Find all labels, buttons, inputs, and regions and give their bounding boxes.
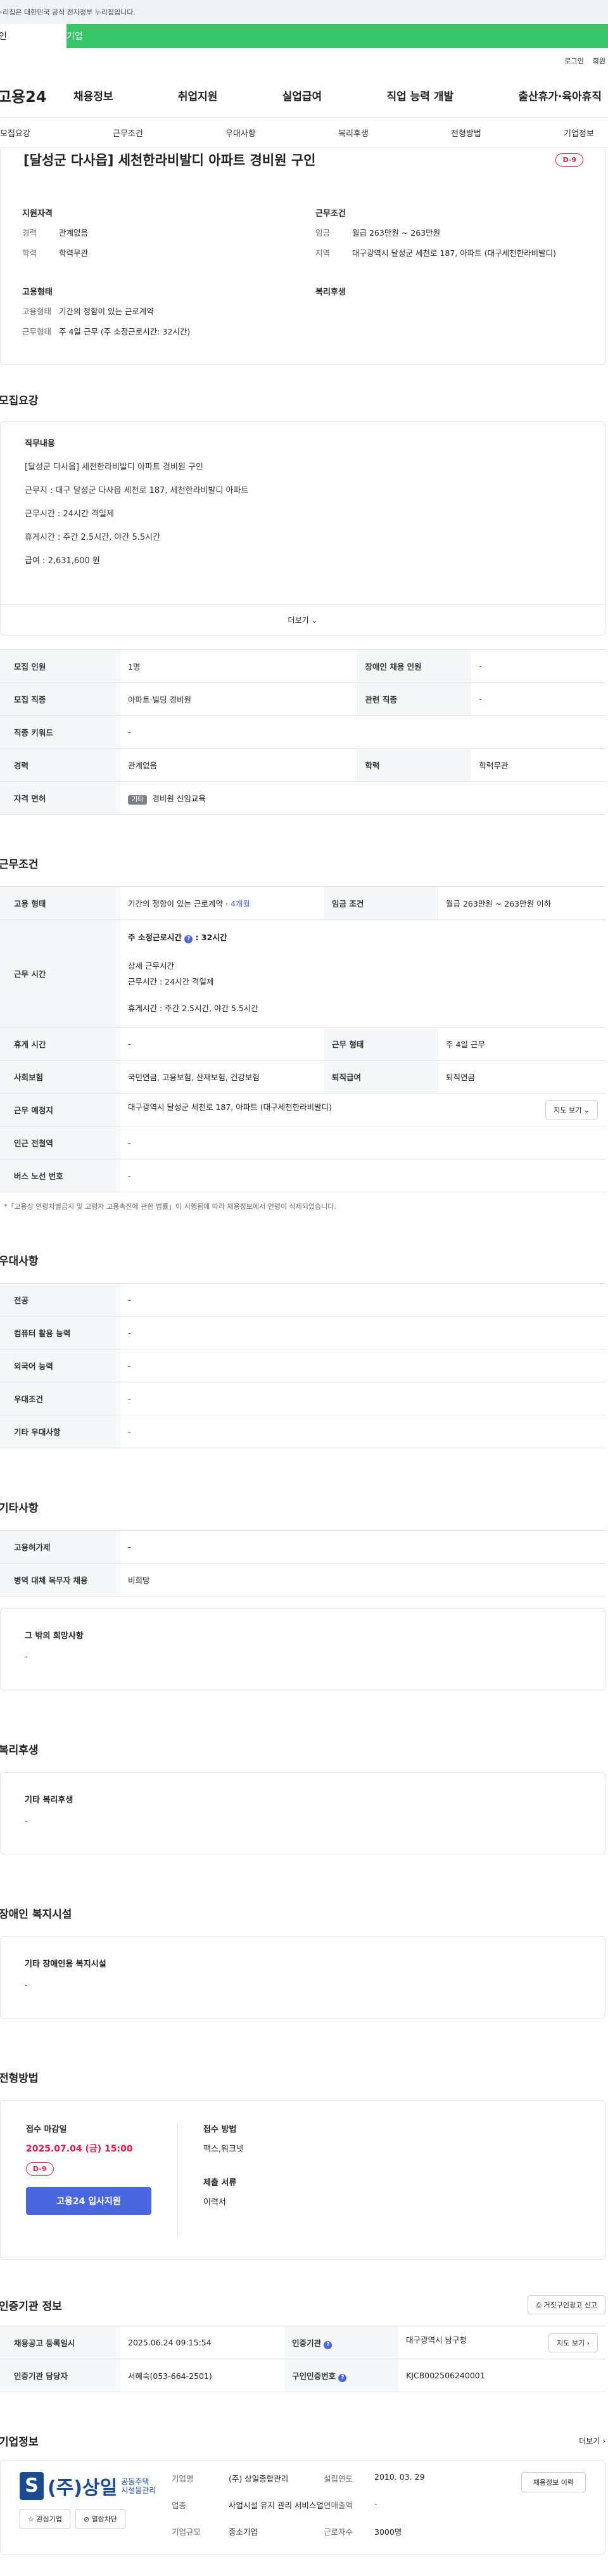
subnav-company[interactable]: 기업정보 bbox=[564, 127, 608, 139]
login-link[interactable]: 로그인 bbox=[564, 56, 583, 66]
tab-company[interactable]: 기업 bbox=[66, 24, 608, 48]
job-summary-card: [달성군 다사읍] 세천한라비발디 아파트 경비원 구인 D-9 지원자격 경력… bbox=[0, 148, 605, 365]
pref-table: 전공 - 컴퓨터 활용 능력 - 외국어 능력 - 우대조건 - 기타 우대사항 - bbox=[0, 1283, 605, 1448]
subnav-welfare[interactable]: 복리후생 bbox=[338, 127, 451, 139]
company-more-link[interactable]: 더보기 › bbox=[579, 2435, 605, 2446]
work-table: 고용 형태 기간의 정함이 있는 근로계약 · 4개월 임금 조건 월급 263만원 … bbox=[0, 886, 605, 1192]
gov-banner-text: 누리집은 대한민국 공식 전자정부 누리집입니다. bbox=[0, 8, 136, 16]
dday-badge: D-9 bbox=[555, 153, 583, 167]
info-icon[interactable]: ? bbox=[338, 2373, 347, 2382]
desc-line: 급여 : 2,631,600 원 bbox=[25, 556, 100, 566]
star-icon: ☆ bbox=[28, 2515, 37, 2523]
company-logo-icon: S bbox=[20, 2472, 44, 2500]
docs-value: 이력서 bbox=[203, 2198, 226, 2207]
recruit-table: 모집 인원 1명 장애인 채용 인원 - 모집 직종 아파트·빌딩 경비원 관련 직종 - … bbox=[0, 649, 605, 815]
report-icon: ⎙ bbox=[536, 2301, 544, 2309]
job-description-box: 직무내용 [달성군 다사읍] 세천한라비발디 아파트 경비원 구인 근무지 : … bbox=[0, 421, 605, 635]
desc-heading: 직무내용 bbox=[25, 439, 55, 449]
welfare-title: 복리후생 bbox=[0, 1744, 39, 1757]
desc-line: [달성군 다사읍] 세천한라비발디 아파트 경비원 구인 bbox=[25, 462, 203, 472]
util-links: 로그인 회원 bbox=[0, 48, 608, 73]
disability-box: 기타 장애인용 복지시설 - bbox=[0, 1936, 605, 2018]
cert-table: 채용공고 등록일시 2025.06.24 09:15:54 인증기관 ? 대구광역시 … bbox=[0, 2326, 605, 2392]
disability-title: 장애인 복지시설 bbox=[0, 1908, 72, 1921]
dday-badge: D-9 bbox=[26, 2162, 54, 2176]
conditions-heading: 근무조건 bbox=[315, 209, 346, 219]
more-button[interactable]: 더보기 ⌄ bbox=[1, 604, 605, 635]
area-value: 대구광역시 달성군 세천로 187, 아파트 (대구세천한라비발디) bbox=[352, 248, 556, 258]
recruit-title: 모집요강 bbox=[0, 395, 39, 407]
apply-button[interactable]: 고용24 입사지원 bbox=[26, 2187, 151, 2215]
gnb-item-training[interactable]: 직업 능력 개발 bbox=[386, 87, 453, 103]
gnb-item-jobs[interactable]: 채용정보 bbox=[73, 87, 113, 103]
section-nav: 모집요강 근무조건 우대사항 복리후생 전형방법 기업정보 bbox=[0, 118, 608, 148]
gnb-item-employment[interactable]: 취업지원 bbox=[178, 87, 218, 103]
work-title: 근무조건 bbox=[0, 858, 39, 871]
emp-type-heading: 고용형태 bbox=[22, 288, 53, 297]
top-tabs: 인 기업 bbox=[0, 24, 608, 48]
company-logo: S (주)상일 공동주택 시설물관리 bbox=[20, 2472, 172, 2500]
qualification-heading: 지원자격 bbox=[22, 209, 53, 219]
pref-title: 우대사항 bbox=[0, 1255, 39, 1268]
etc-table: 고용허가제 - 병역 대체 복무자 채용 비희망 bbox=[0, 1530, 605, 1597]
info-icon[interactable]: ? bbox=[184, 935, 193, 944]
job-type-value: 아파트·빌딩 경비원 bbox=[120, 682, 358, 716]
join-link[interactable]: 회원 bbox=[593, 56, 605, 66]
subnav-preference[interactable]: 우대사항 bbox=[225, 127, 338, 139]
desc-line: 근무지 : 대구 달성군 다사읍 세천로 187, 세천한라비발디 아파트 bbox=[25, 486, 249, 495]
cert-map-button[interactable]: 지도 보기 › bbox=[548, 2333, 598, 2352]
career-value: 관계없음 bbox=[59, 228, 89, 238]
site-logo[interactable]: 고용24 bbox=[0, 84, 73, 106]
subnav-recruit[interactable]: 모집요강 bbox=[0, 127, 113, 139]
gnb-item-leave[interactable]: 출산휴가·육아휴직 bbox=[518, 87, 602, 103]
gov-banner: 누리집은 대한민국 공식 전자정부 누리집입니다. bbox=[0, 0, 608, 24]
place-value: 대구광역시 달성군 세천로 187, 아파트 (대구세천한라비발디) bbox=[128, 1102, 332, 1112]
chevron-down-icon: ⌄ bbox=[311, 615, 318, 625]
job-title: [달성군 다사읍] 세천한라비발디 아파트 경비원 구인 bbox=[23, 153, 316, 168]
subnav-selection[interactable]: 전형방법 bbox=[451, 127, 564, 139]
etc-title: 기타사항 bbox=[0, 1502, 39, 1515]
desc-line: 휴게시간 : 주간 2.5시간, 야간 5.5시간 bbox=[25, 533, 161, 542]
favorite-button[interactable]: ☆ 관심기업 bbox=[20, 2509, 70, 2529]
age-note: *「고용상 연령차별금지 및 고령자 고용촉진에 관한 법률」이 시행됨에 따라… bbox=[4, 1202, 336, 1211]
gnb-item-unemployment[interactable]: 실업급여 bbox=[282, 87, 322, 103]
method-value: 팩스,워크넷 bbox=[203, 2145, 244, 2154]
welfare-box: 기타 복리후생 - bbox=[0, 1772, 605, 1854]
company-box: S (주)상일 공동주택 시설물관리 ☆ 관심기업 ⊘ 열람차단 기업명 (주) 상… bbox=[0, 2460, 605, 2555]
main-nav: 고용24 채용정보 취업지원 실업급여 직업 능력 개발 출산휴가·육아휴직 bbox=[0, 73, 608, 118]
block-icon: ⊘ bbox=[83, 2515, 92, 2523]
map-button[interactable]: 지도 보기 ⌄ bbox=[545, 1100, 598, 1119]
deadline-value: 2025.07.04 (금) 15:00 bbox=[26, 2144, 133, 2154]
block-button[interactable]: ⊘ 열람차단 bbox=[75, 2509, 126, 2529]
emp-type-value: 기간의 정함이 있는 근로계약 bbox=[59, 307, 154, 316]
tab-personal[interactable]: 인 bbox=[0, 24, 66, 48]
job-history-button[interactable]: 채용정보 이력 bbox=[521, 2472, 586, 2492]
edu-value: 학력무관 bbox=[59, 248, 89, 258]
company-name: (주) 상일종합관리 bbox=[229, 2474, 289, 2484]
selection-box: 접수 마감일 2025.07.04 (금) 15:00 D-9 고용24 입사지… bbox=[0, 2100, 605, 2260]
etc-box: 그 밖의 희망사항 - bbox=[0, 1608, 605, 1690]
selection-title: 전형방법 bbox=[0, 2072, 39, 2085]
wage-value: 월급 263만원 ~ 263만원 bbox=[352, 228, 441, 238]
report-button[interactable]: ⎙ 거짓구인광고 신고 bbox=[528, 2295, 605, 2314]
subnav-conditions[interactable]: 근무조건 bbox=[113, 127, 225, 139]
license-value: 경비원 신임교육 bbox=[152, 794, 206, 803]
count-value: 1명 bbox=[120, 649, 358, 683]
work-form-value: 주 4일 근무 (주 소정근로시간: 32시간) bbox=[59, 326, 191, 336]
desc-line: 근무시간 : 24시간 격일제 bbox=[25, 509, 114, 519]
welfare-heading: 복리후생 bbox=[315, 288, 346, 297]
info-icon[interactable]: ? bbox=[324, 2340, 332, 2349]
license-tag: 기타 bbox=[128, 795, 148, 805]
company-title: 기업정보 bbox=[0, 2436, 39, 2449]
cert-title: 인증기관 정보 bbox=[0, 2300, 62, 2313]
